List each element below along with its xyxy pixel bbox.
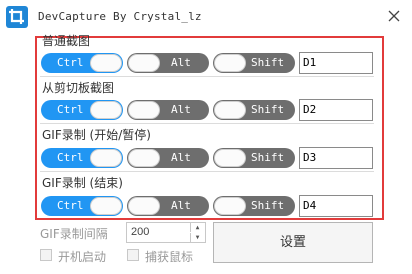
ctrl-toggle-2[interactable]: Ctrl [41,100,123,120]
toggle-knob [214,54,246,72]
toggle-knob [90,54,122,72]
shift-label: Shift [251,151,285,164]
toggle-knob [128,197,160,215]
toggle-knob [128,54,160,72]
ctrl-toggle-3[interactable]: Ctrl [41,148,123,168]
shift-label: Shift [251,56,285,69]
toggle-knob [90,149,122,167]
shift-toggle-2[interactable]: Shift [213,100,295,120]
toggle-knob [128,149,160,167]
gif-interval-label: GIF录制间隔 [40,227,108,241]
shift-label: Shift [251,199,285,212]
spin-up-icon[interactable]: ▲ [190,223,204,232]
section-label-gif-end: GIF录制 (结束) [42,176,123,190]
alt-toggle-3[interactable]: Alt [127,148,209,168]
toggle-knob [214,101,246,119]
divider [40,123,374,124]
shift-label: Shift [251,103,285,116]
spin-down-icon[interactable]: ▼ [190,233,204,242]
capture-cursor-label: 捕获鼠标 [145,250,194,264]
ctrl-toggle-1[interactable]: Ctrl [41,53,123,73]
close-icon[interactable] [386,8,402,24]
toggle-knob [90,197,122,215]
shift-toggle-1[interactable]: Shift [213,53,295,73]
title-bar: DevCapture By Crystal_lz [0,0,412,34]
gif-interval-value: 200 [131,226,150,238]
alt-label: Alt [171,151,191,164]
section-label-clipboard-capture: 从剪切板截图 [42,81,115,95]
divider [40,171,374,172]
alt-label: Alt [171,103,191,116]
divider [40,76,374,77]
gif-interval-spinbox[interactable]: 200 ▲ ▼ [126,222,206,243]
ctrl-label: Ctrl [57,151,84,164]
shift-toggle-4[interactable]: Shift [213,196,295,216]
toggle-knob [214,197,246,215]
autostart-checkbox[interactable] [40,249,52,261]
ctrl-toggle-4[interactable]: Ctrl [41,196,123,216]
alt-label: Alt [171,56,191,69]
capture-cursor-checkbox[interactable] [127,249,139,261]
section-label-normal-capture: 普通截图 [42,34,91,48]
window-title: DevCapture By Crystal_lz [38,10,202,23]
settings-button[interactable]: 设置 [213,222,373,263]
hotkey-input-3[interactable]: D3 [299,147,373,169]
shift-toggle-3[interactable]: Shift [213,148,295,168]
ctrl-label: Ctrl [57,56,84,69]
autostart-label: 开机启动 [58,250,107,264]
alt-toggle-1[interactable]: Alt [127,53,209,73]
alt-toggle-2[interactable]: Alt [127,100,209,120]
section-label-gif-start-pause: GIF录制 (开始/暂停) [42,128,151,142]
toggle-knob [214,149,246,167]
toggle-knob [128,101,160,119]
alt-toggle-4[interactable]: Alt [127,196,209,216]
toggle-knob [90,101,122,119]
crop-icon [6,6,28,28]
hotkey-input-4[interactable]: D4 [299,195,373,217]
alt-label: Alt [171,199,191,212]
ctrl-label: Ctrl [57,103,84,116]
hotkey-input-2[interactable]: D2 [299,99,373,121]
hotkey-input-1[interactable]: D1 [299,52,373,74]
ctrl-label: Ctrl [57,199,84,212]
